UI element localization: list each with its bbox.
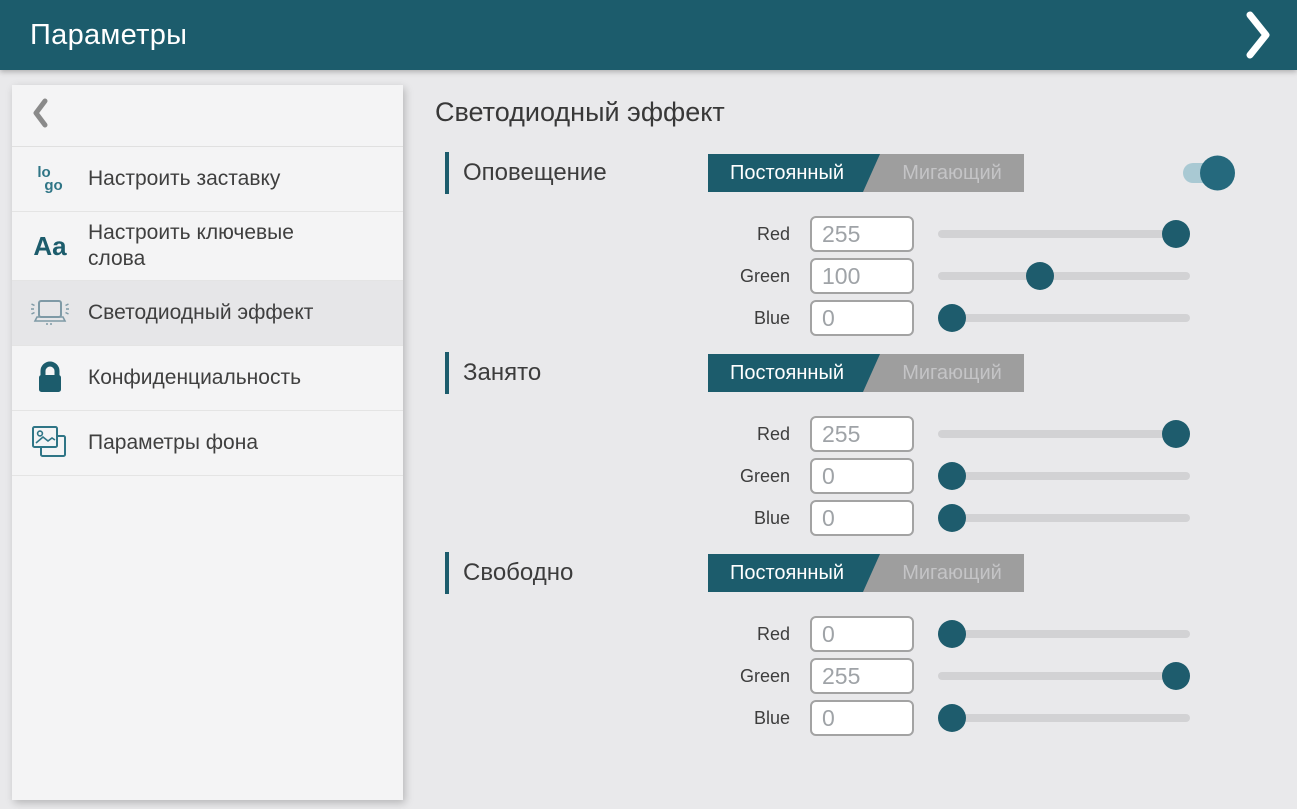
- chevron-right-icon[interactable]: [1245, 11, 1271, 59]
- slider-thumb[interactable]: [938, 620, 966, 648]
- green-slider: [938, 458, 1190, 494]
- images-icon: [28, 421, 72, 465]
- page-title: Параметры: [30, 19, 187, 52]
- sidebar-item-screensaver[interactable]: lo go Настроить заставку: [12, 147, 403, 212]
- slider-thumb[interactable]: [1162, 220, 1190, 248]
- channel-label-green: Green: [435, 466, 790, 487]
- green-value-input[interactable]: [810, 258, 914, 294]
- sidebar-item-label: Конфиденциальность: [88, 365, 301, 391]
- slider-track[interactable]: [938, 630, 1190, 638]
- notification-toggle-switch[interactable]: [1183, 154, 1235, 192]
- channel-label-blue: Blue: [435, 308, 790, 329]
- sidebar-item-keywords[interactable]: Aa Настроить ключевые слова: [12, 212, 403, 281]
- slider-track[interactable]: [938, 230, 1190, 238]
- sidebar-item-label: Светодиодный эффект: [88, 300, 313, 326]
- channel-label-red: Red: [435, 624, 790, 645]
- slider-track[interactable]: [938, 472, 1190, 480]
- channel-label-green: Green: [435, 666, 790, 687]
- mode-constant-button[interactable]: Постоянный: [708, 154, 880, 192]
- mode-blinking-button[interactable]: Мигающий: [880, 354, 1024, 392]
- blue-slider: [938, 500, 1190, 536]
- slider-thumb[interactable]: [938, 504, 966, 532]
- sidebar-item-led-effect[interactable]: Светодиодный эффект: [12, 281, 403, 346]
- mode-segmented-control: Постоянный Мигающий: [708, 154, 1024, 192]
- mode-constant-button[interactable]: Постоянный: [708, 354, 880, 392]
- green-slider: [938, 258, 1190, 294]
- mode-blinking-button[interactable]: Мигающий: [880, 554, 1024, 592]
- section-accent-bar: [445, 552, 449, 594]
- mode-constant-button[interactable]: Постоянный: [708, 554, 880, 592]
- slider-track[interactable]: [938, 314, 1190, 322]
- blue-slider: [938, 300, 1190, 336]
- logo-text-icon: lo go: [28, 157, 72, 201]
- slider-track[interactable]: [938, 272, 1190, 280]
- led-section-busy: Занято Постоянный Мигающий Red Green Blu…: [435, 352, 1297, 536]
- section-title: Занято: [463, 359, 708, 387]
- slider-thumb[interactable]: [938, 304, 966, 332]
- main-content: Светодиодный эффект Оповещение Постоянны…: [435, 96, 1297, 752]
- mode-segmented-control: Постоянный Мигающий: [708, 554, 1024, 592]
- chevron-left-icon: [32, 98, 48, 133]
- slider-track[interactable]: [938, 430, 1190, 438]
- typography-icon: Aa: [28, 224, 72, 268]
- sidebar-item-label: Настроить ключевые слова: [88, 220, 350, 272]
- sidebar: lo go Настроить заставку Aa Настроить кл…: [12, 85, 403, 800]
- sidebar-item-label: Параметры фона: [88, 430, 258, 456]
- channel-label-red: Red: [435, 224, 790, 245]
- sidebar-item-label: Настроить заставку: [88, 166, 280, 192]
- blue-value-input[interactable]: [810, 300, 914, 336]
- lock-icon: [28, 356, 72, 400]
- green-slider: [938, 658, 1190, 694]
- blue-slider: [938, 700, 1190, 736]
- blue-value-input[interactable]: [810, 700, 914, 736]
- section-title: Свободно: [463, 559, 708, 587]
- slider-track[interactable]: [938, 714, 1190, 722]
- slider-track[interactable]: [938, 514, 1190, 522]
- slider-thumb[interactable]: [1162, 420, 1190, 448]
- blue-value-input[interactable]: [810, 500, 914, 536]
- slider-track[interactable]: [938, 672, 1190, 680]
- slider-thumb[interactable]: [1026, 262, 1054, 290]
- channel-label-blue: Blue: [435, 508, 790, 529]
- channel-label-red: Red: [435, 424, 790, 445]
- green-value-input[interactable]: [810, 458, 914, 494]
- mode-blinking-button[interactable]: Мигающий: [880, 154, 1024, 192]
- slider-thumb[interactable]: [938, 704, 966, 732]
- section-title: Оповещение: [463, 159, 708, 187]
- red-value-input[interactable]: [810, 616, 914, 652]
- red-value-input[interactable]: [810, 416, 914, 452]
- channel-label-green: Green: [435, 266, 790, 287]
- sidebar-item-background[interactable]: Параметры фона: [12, 411, 403, 476]
- red-slider: [938, 616, 1190, 652]
- red-slider: [938, 216, 1190, 252]
- section-heading: Светодиодный эффект: [435, 96, 1297, 128]
- led-section-notification: Оповещение Постоянный Мигающий Red Green: [435, 152, 1297, 336]
- app-header: Параметры: [0, 0, 1297, 70]
- red-slider: [938, 416, 1190, 452]
- toggle-knob: [1200, 156, 1235, 191]
- sidebar-back-button[interactable]: [12, 85, 403, 147]
- section-accent-bar: [445, 352, 449, 394]
- green-value-input[interactable]: [810, 658, 914, 694]
- display-icon: [28, 291, 72, 335]
- led-section-free: Свободно Постоянный Мигающий Red Green B…: [435, 552, 1297, 736]
- red-value-input[interactable]: [810, 216, 914, 252]
- section-accent-bar: [445, 152, 449, 194]
- slider-thumb[interactable]: [1162, 662, 1190, 690]
- sidebar-item-privacy[interactable]: Конфиденциальность: [12, 346, 403, 411]
- channel-label-blue: Blue: [435, 708, 790, 729]
- mode-segmented-control: Постоянный Мигающий: [708, 354, 1024, 392]
- slider-thumb[interactable]: [938, 462, 966, 490]
